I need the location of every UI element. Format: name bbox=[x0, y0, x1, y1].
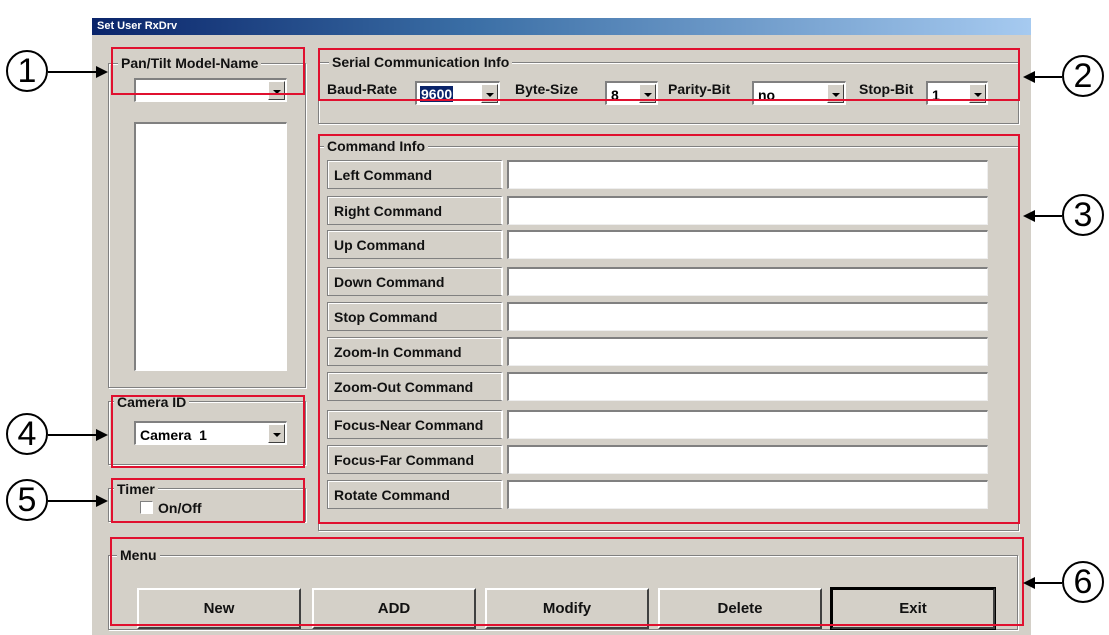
callout-2-arrowhead bbox=[1023, 71, 1035, 83]
callout-4-arrow-line bbox=[48, 434, 96, 436]
highlight-box-6 bbox=[110, 537, 1024, 626]
callout-5: 5 bbox=[6, 479, 48, 521]
callout-3: 3 bbox=[1062, 194, 1104, 236]
callout-1-arrowhead bbox=[96, 66, 108, 78]
callout-6: 6 bbox=[1062, 561, 1104, 603]
callout-2: 2 bbox=[1062, 55, 1104, 97]
highlight-box-1 bbox=[111, 47, 305, 95]
callout-3-arrowhead bbox=[1023, 210, 1035, 222]
highlight-box-5 bbox=[111, 478, 305, 523]
title-bar: Set User RxDrv bbox=[92, 18, 1031, 35]
highlight-box-3 bbox=[318, 134, 1020, 524]
callout-5-arrow-line bbox=[48, 500, 96, 502]
callout-4: 4 bbox=[6, 413, 48, 455]
callout-4-arrowhead bbox=[96, 429, 108, 441]
highlight-box-4 bbox=[111, 395, 305, 468]
callout-5-arrowhead bbox=[96, 495, 108, 507]
callout-6-arrowhead bbox=[1023, 577, 1035, 589]
callout-1: 1 bbox=[6, 50, 48, 92]
callout-1-arrow-line bbox=[48, 71, 96, 73]
highlight-box-2 bbox=[318, 48, 1020, 101]
window-title: Set User RxDrv bbox=[97, 20, 178, 32]
callout-3-arrow-line bbox=[1035, 215, 1062, 217]
callout-6-arrow-line bbox=[1035, 582, 1062, 584]
callout-2-arrow-line bbox=[1035, 76, 1062, 78]
model-listbox[interactable] bbox=[134, 122, 287, 371]
